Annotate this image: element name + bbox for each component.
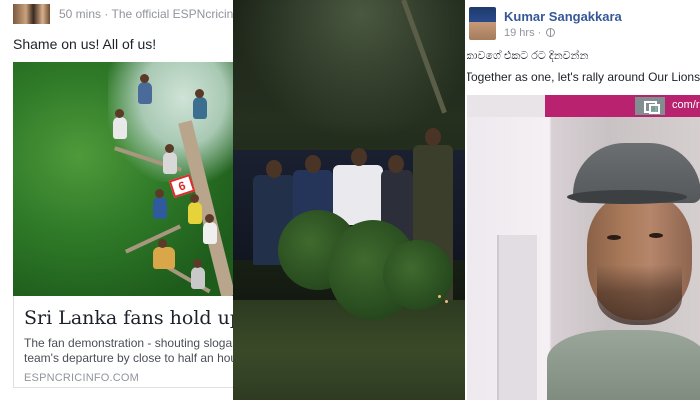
link-card-description: The fan demonstration - shouting slogans…	[24, 336, 233, 365]
link-card-source: ESPNCRICINFO.COM	[24, 372, 140, 384]
author-name[interactable]: Kumar Sangakkara	[504, 9, 622, 24]
sangakkara-post: Kumar Sangakkara 19 hrs · කාවගේ එකට රට ද…	[465, 0, 700, 400]
link-card-image[interactable]: 6	[13, 62, 233, 296]
globe-icon	[546, 28, 556, 37]
espn-avatar[interactable]	[13, 4, 50, 24]
post-status-text: Shame on us! All of us!	[13, 36, 157, 52]
video-frame[interactable]	[233, 0, 465, 400]
link-card-title[interactable]: Sri Lanka fans hold up team	[24, 306, 233, 330]
author-avatar[interactable]	[469, 7, 496, 40]
espn-post: 50 mins · The official ESPNcricinfo Sham…	[0, 0, 233, 400]
post-meta: 19 hrs ·	[504, 27, 556, 39]
post-source-desc: The official ESPNcricinfo	[111, 7, 234, 21]
post-meta: 50 mins · The official ESPNcricinfo	[59, 7, 233, 21]
post-time[interactable]: 50 mins	[59, 7, 101, 21]
external-link-icon[interactable]	[635, 97, 665, 115]
video-url: com/rata	[672, 99, 700, 111]
link-card[interactable]: Sri Lanka fans hold up team The fan demo…	[13, 296, 233, 388]
post-text-sinhala: කාවගේ එකට රට දිනවන්න	[465, 50, 589, 62]
post-time[interactable]: 19 hrs	[504, 27, 535, 39]
post-video[interactable]: com/rata	[467, 95, 700, 400]
post-text-english: Together as one, let's rally around Our …	[465, 70, 700, 84]
